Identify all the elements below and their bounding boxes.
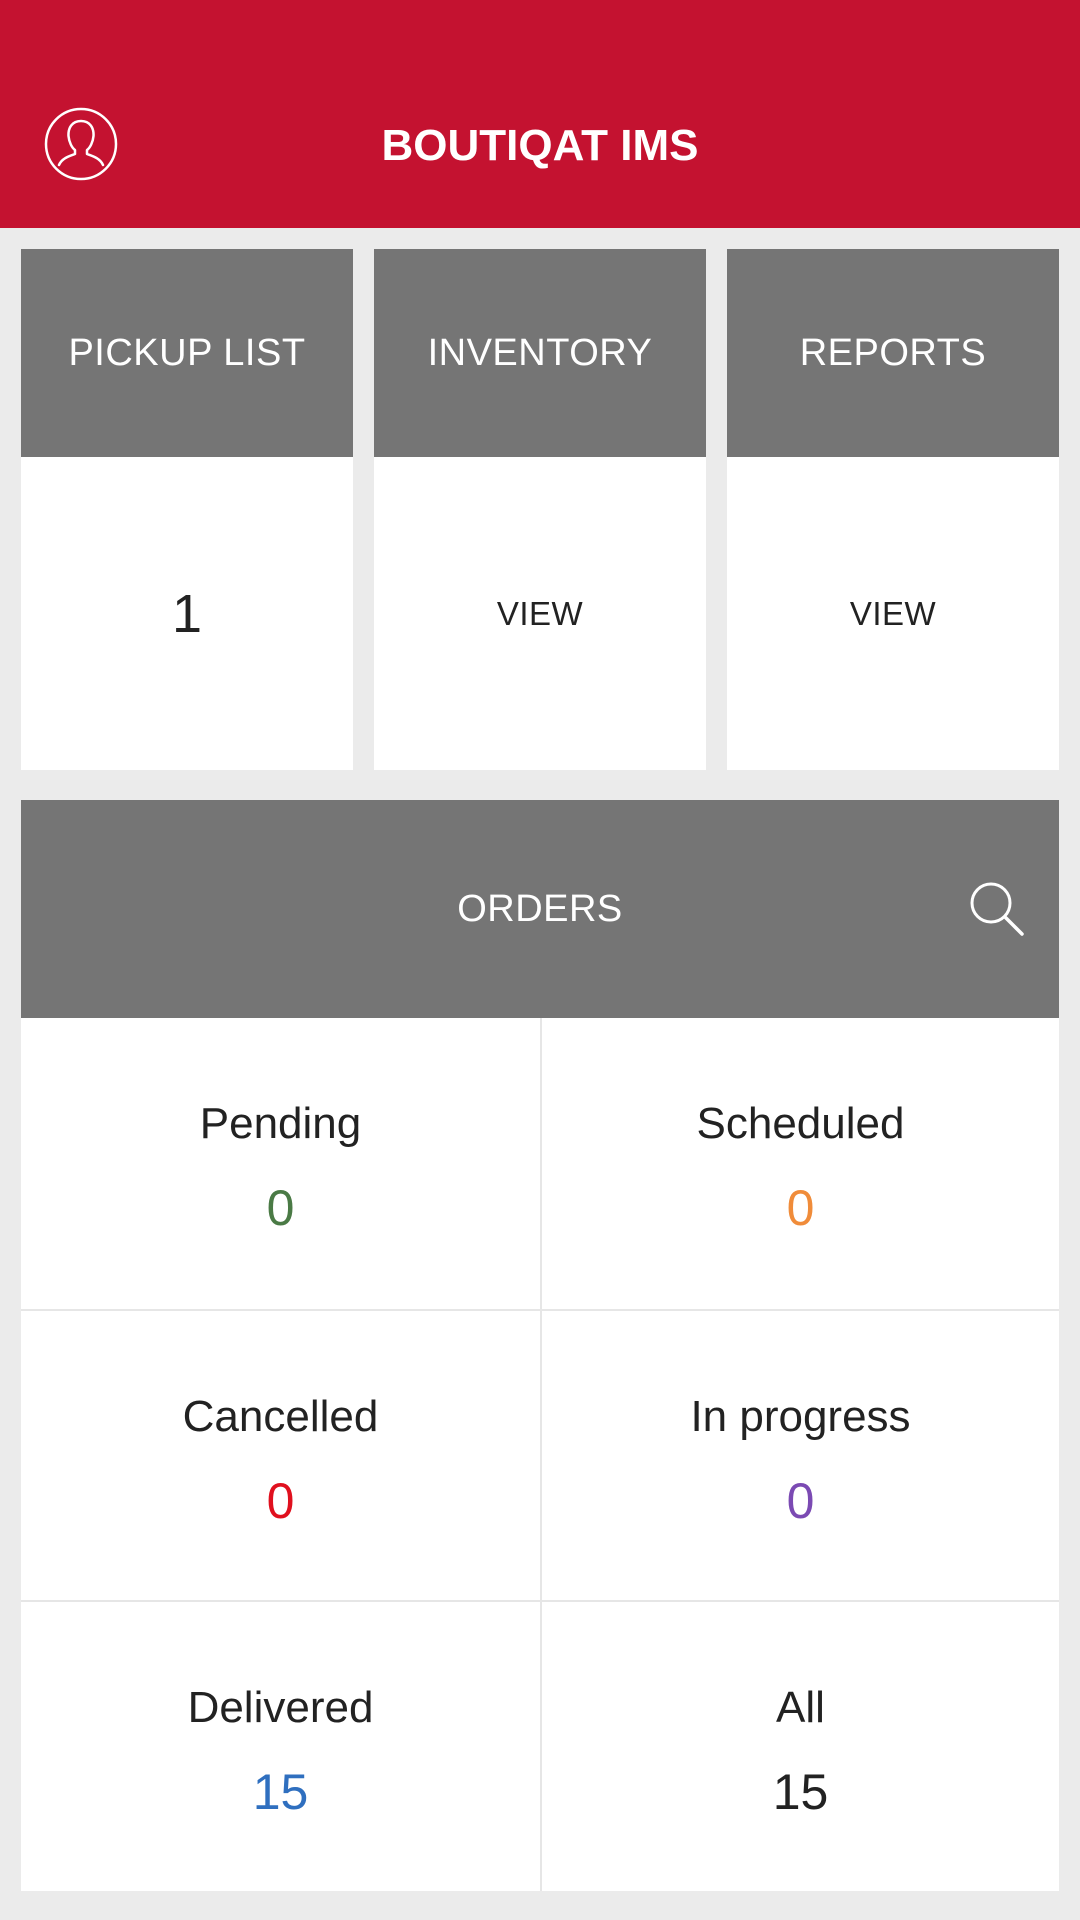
status-label: Delivered	[187, 1683, 374, 1732]
status-label: In progress	[690, 1392, 911, 1441]
reports-label: REPORTS	[727, 249, 1059, 457]
status-count: 0	[786, 1180, 815, 1236]
orders-search-button[interactable]	[968, 880, 1026, 938]
orders-header: ORDERS	[21, 800, 1059, 1018]
inventory-view-link[interactable]: VIEW	[374, 457, 706, 770]
pickup-list-tile[interactable]: PICKUP LIST 1	[21, 249, 353, 770]
status-delivered[interactable]: Delivered 15	[21, 1600, 540, 1891]
status-scheduled[interactable]: Scheduled 0	[540, 1018, 1059, 1309]
status-count: 15	[772, 1764, 829, 1820]
status-count: 0	[266, 1473, 295, 1529]
status-count: 0	[266, 1180, 295, 1236]
reports-view-link[interactable]: VIEW	[727, 457, 1059, 770]
status-all[interactable]: All 15	[540, 1600, 1059, 1891]
search-icon	[970, 882, 1024, 936]
inventory-tile[interactable]: INVENTORY VIEW	[374, 249, 706, 770]
status-in-progress[interactable]: In progress 0	[540, 1309, 1059, 1600]
status-label: Scheduled	[696, 1099, 905, 1148]
status-count: 0	[786, 1473, 815, 1529]
status-count: 15	[252, 1764, 309, 1820]
pickup-list-count: 1	[171, 583, 203, 644]
pickup-list-label: PICKUP LIST	[21, 249, 353, 457]
reports-tile[interactable]: REPORTS VIEW	[727, 249, 1059, 770]
status-cancelled[interactable]: Cancelled 0	[21, 1309, 540, 1600]
orders-title: ORDERS	[457, 888, 623, 930]
status-label: Cancelled	[182, 1392, 379, 1441]
orders-panel: ORDERS Pending 0 Scheduled 0 Cancelled 0…	[21, 800, 1059, 1891]
inventory-label: INVENTORY	[374, 249, 706, 457]
status-label: All	[776, 1683, 825, 1732]
status-pending[interactable]: Pending 0	[21, 1018, 540, 1309]
status-label: Pending	[199, 1099, 362, 1148]
app-title: BOUTIQAT IMS	[381, 121, 699, 170]
app-header: BOUTIQAT IMS	[0, 0, 1080, 228]
order-status-grid: Pending 0 Scheduled 0 Cancelled 0 In pro…	[21, 1018, 1059, 1891]
